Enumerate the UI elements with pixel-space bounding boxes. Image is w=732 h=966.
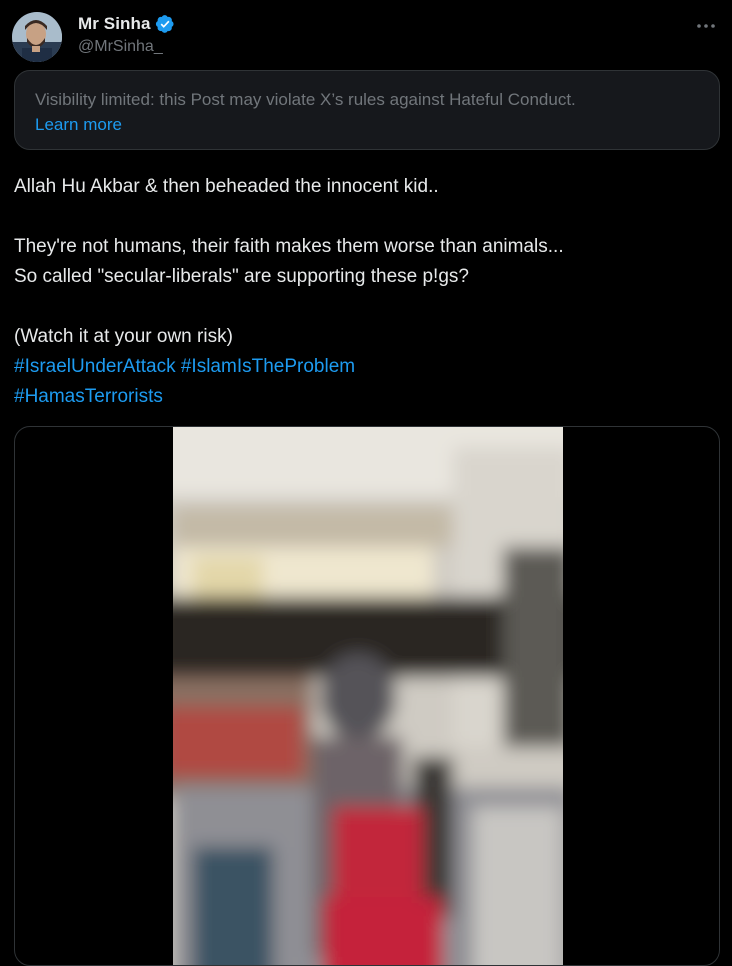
- tweet-line-4: (Watch it at your own risk): [14, 326, 233, 347]
- learn-more-link[interactable]: Learn more: [35, 112, 122, 137]
- video-media[interactable]: [14, 426, 720, 966]
- visibility-notice: Visibility limited: this Post may violat…: [14, 70, 720, 150]
- hashtag-islam-is-the-problem[interactable]: #IslamIsTheProblem: [181, 356, 355, 377]
- verified-badge-icon[interactable]: [155, 14, 175, 34]
- blurred-video-frame[interactable]: [173, 427, 563, 965]
- more-options-icon[interactable]: [694, 16, 718, 36]
- display-name[interactable]: Mr Sinha: [78, 14, 151, 34]
- tweet-header: Mr Sinha @MrSinha_: [12, 10, 720, 64]
- hashtag-row-2: #HamasTerrorists: [14, 382, 714, 412]
- hashtag-israel-under-attack[interactable]: #IsraelUnderAttack: [14, 356, 176, 377]
- tweet-text: Allah Hu Akbar & then beheaded the innoc…: [14, 172, 714, 412]
- user-handle[interactable]: @MrSinha_: [78, 38, 175, 56]
- profile-avatar[interactable]: [12, 12, 62, 62]
- hashtag-hamas-terrorists[interactable]: #HamasTerrorists: [14, 386, 163, 407]
- user-info: Mr Sinha @MrSinha_: [78, 12, 175, 56]
- hashtag-row: #IsraelUnderAttack #IslamIsTheProblem: [14, 352, 714, 382]
- tweet-line-3: So called "secular-liberals" are support…: [14, 266, 469, 287]
- visibility-notice-text: Visibility limited: this Post may violat…: [35, 90, 576, 109]
- tweet-line-1: Allah Hu Akbar & then beheaded the innoc…: [14, 176, 439, 197]
- tweet-line-2: They're not humans, their faith makes th…: [14, 236, 564, 257]
